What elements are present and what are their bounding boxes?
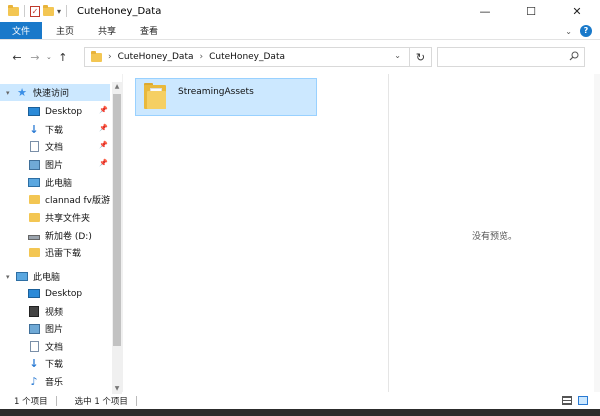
star-icon: ★ <box>17 86 27 99</box>
sidebar-item-pc-pictures[interactable]: 图片 <box>0 320 110 337</box>
nav-buttons: ← → ⌄ ↑ <box>10 51 70 64</box>
sidebar-item-shared-folder[interactable]: 共享文件夹 <box>0 209 110 226</box>
view-toggle <box>562 396 588 405</box>
status-bar: 1 个项目 选中 1 个项目 <box>0 393 600 409</box>
folder-icon <box>28 213 40 222</box>
item-count: 1 个项目 <box>14 397 48 407</box>
separator <box>24 5 25 17</box>
folder-item-label: StreamingAssets <box>178 87 254 97</box>
pictures-icon <box>28 323 40 334</box>
download-icon: ↓ <box>29 123 39 136</box>
sidebar-item-drive-d[interactable]: 新加卷 (D:) <box>0 227 110 244</box>
address-bar[interactable]: › CuteHoney_Data › CuteHoney_Data ⌄ ↻ <box>84 47 432 67</box>
minimize-button[interactable]: — <box>462 0 508 22</box>
sidebar-item-pc-music[interactable]: ♪ 音乐 <box>0 373 110 390</box>
recent-locations-chevron-icon[interactable]: ⌄ <box>46 53 52 61</box>
maximize-button[interactable]: ☐ <box>508 0 554 22</box>
forward-arrow-icon[interactable]: → <box>28 51 42 64</box>
scrollbar-thumb[interactable] <box>113 94 121 346</box>
desktop-icon <box>28 107 40 116</box>
drive-icon <box>28 235 40 240</box>
sidebar-item-thunder-downloads[interactable]: 迅雷下载 <box>0 244 110 261</box>
sidebar-item-desktop[interactable]: Desktop 📌 <box>0 103 110 120</box>
folder-icon <box>91 50 102 62</box>
large-icons-view-icon[interactable] <box>578 396 588 405</box>
sidebar-item-this-pc[interactable]: ▾ 此电脑 <box>0 268 110 285</box>
sidebar-item-quick-access[interactable]: ▾ ★ 快速访问 <box>0 84 110 101</box>
pin-icon: 📌 <box>99 141 108 149</box>
background-taskbar-strip <box>0 409 600 416</box>
pane-divider[interactable] <box>122 74 123 392</box>
breadcrumb-separator-icon[interactable]: › <box>200 52 204 62</box>
tab-view[interactable]: 查看 <box>130 22 168 39</box>
title-bar: ✓ ▾ CuteHoney_Data — ☐ ✕ <box>0 0 600 22</box>
sidebar-item-pc-downloads[interactable]: ↓ 下载 <box>0 355 110 372</box>
breadcrumb-separator-icon[interactable]: › <box>108 52 112 62</box>
sidebar-item-pictures[interactable]: 图片 📌 <box>0 156 110 173</box>
sidebar-item-pc-videos[interactable]: 视频 <box>0 303 110 320</box>
details-view-icon[interactable] <box>562 396 572 405</box>
window-edge <box>594 74 600 392</box>
tab-file[interactable]: 文件 <box>0 22 42 39</box>
quick-access-toolbar: ✓ ▾ <box>8 4 69 17</box>
computer-icon <box>28 178 40 187</box>
customize-toolbar-chevron-icon[interactable]: ▾ <box>57 7 61 16</box>
download-icon: ↓ <box>29 357 39 370</box>
new-folder-icon[interactable] <box>43 4 54 16</box>
tab-share[interactable]: 共享 <box>88 22 126 39</box>
desktop-icon <box>28 289 40 298</box>
tab-home[interactable]: 主页 <box>46 22 84 39</box>
document-icon <box>29 141 39 152</box>
separator <box>135 396 137 406</box>
collapse-chevron-icon[interactable]: ▾ <box>6 273 14 281</box>
ribbon-tabs: 文件 主页 共享 查看 ⌄ ? <box>0 22 600 40</box>
scroll-up-icon[interactable]: ▲ <box>112 82 122 92</box>
search-input[interactable] <box>437 47 585 67</box>
sidebar-item-pc-documents[interactable]: 文档 <box>0 338 110 355</box>
window-title: CuteHoney_Data <box>77 5 162 17</box>
refresh-icon[interactable]: ↻ <box>409 48 431 66</box>
separator <box>55 396 57 406</box>
close-button[interactable]: ✕ <box>554 0 600 22</box>
pictures-icon <box>28 159 40 170</box>
navigation-pane: ▾ ★ 快速访问 Desktop 📌 ↓ 下载 📌 文档 📌 图片 📌 此电脑 … <box>0 82 122 392</box>
pin-icon: 📌 <box>99 159 108 167</box>
folder-icon <box>8 4 19 16</box>
sidebar-item-clannad[interactable]: clannad fv版游戏 <box>0 191 110 208</box>
folder-icon <box>28 248 40 257</box>
expand-ribbon-chevron-icon[interactable]: ⌄ <box>565 27 572 36</box>
navigation-bar: ← → ⌄ ↑ › CuteHoney_Data › CuteHoney_Dat… <box>0 40 600 74</box>
search-icon <box>569 51 579 61</box>
sidebar-scrollbar[interactable]: ▲ ▼ <box>112 82 122 394</box>
pin-icon: 📌 <box>99 124 108 132</box>
back-arrow-icon[interactable]: ← <box>10 51 24 64</box>
music-icon: ♪ <box>30 375 38 388</box>
pin-icon: 📌 <box>99 106 108 114</box>
document-icon <box>29 341 39 352</box>
up-arrow-icon[interactable]: ↑ <box>56 51 70 64</box>
breadcrumb-item[interactable]: CuteHoney_Data <box>209 52 285 62</box>
address-history-chevron-icon[interactable]: ⌄ <box>394 51 401 60</box>
properties-icon[interactable]: ✓ <box>30 5 40 17</box>
sidebar-item-pc-desktop[interactable]: Desktop <box>0 285 110 302</box>
sidebar-item-documents[interactable]: 文档 📌 <box>0 138 110 155</box>
sidebar-item-downloads[interactable]: ↓ 下载 📌 <box>0 121 110 138</box>
video-icon <box>29 306 39 317</box>
selected-count: 选中 1 个项目 <box>74 397 128 407</box>
preview-pane-divider[interactable] <box>388 74 389 392</box>
folder-icon <box>28 195 40 204</box>
collapse-chevron-icon[interactable]: ▾ <box>6 89 14 97</box>
breadcrumb-item[interactable]: CuteHoney_Data <box>118 52 194 62</box>
sidebar-item-this-pc-quick[interactable]: 此电脑 <box>0 174 110 191</box>
window-controls: — ☐ ✕ <box>462 0 600 22</box>
help-icon[interactable]: ? <box>580 25 592 37</box>
preview-pane-message: 没有预览。 <box>472 232 518 242</box>
ribbon-right-controls: ⌄ ? <box>565 22 592 40</box>
computer-icon <box>16 272 28 281</box>
separator <box>66 5 68 17</box>
folder-item-streamingassets[interactable]: StreamingAssets <box>135 78 317 116</box>
folder-icon <box>144 83 166 109</box>
